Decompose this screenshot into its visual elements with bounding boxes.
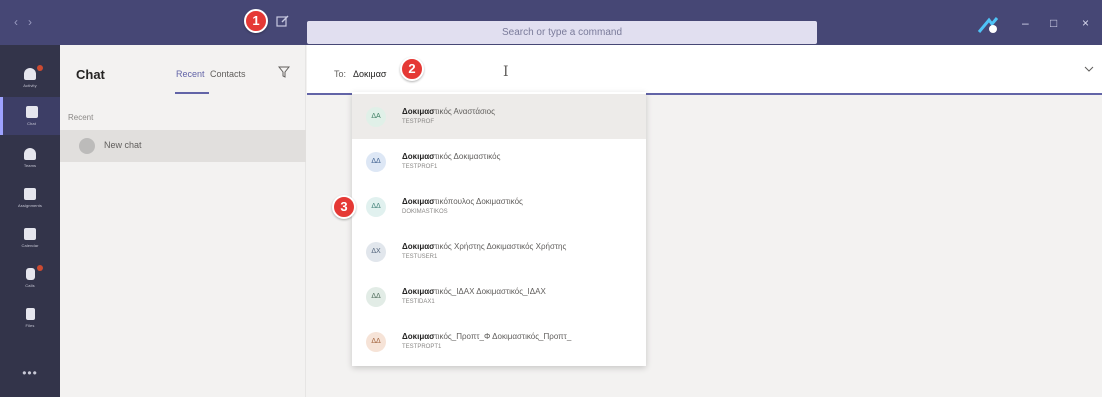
chat-list-pane: Chat Recent Contacts Recent New chat	[60, 45, 306, 397]
title-bar: ‹ › Search or type a command – □ ×	[0, 0, 1102, 45]
app-logo-icon	[977, 14, 999, 36]
avatar: ΔΑ	[366, 107, 386, 127]
rail-label: Files	[25, 323, 35, 328]
history-nav: ‹ ›	[14, 15, 32, 29]
new-chat-item[interactable]: New chat	[60, 130, 306, 162]
rail-item-teams[interactable]: Teams	[0, 139, 60, 177]
files-icon	[25, 308, 35, 320]
notification-badge	[37, 65, 43, 71]
maximize-button[interactable]: □	[1050, 16, 1057, 30]
rail-label: Calls	[25, 283, 35, 288]
text-cursor-icon: I	[503, 64, 509, 80]
suggestion-username: DOKIMASTIKOS	[402, 209, 448, 215]
suggestion-item[interactable]: ΔΔ Δοκιμαστικόπουλος Δοκιμαστικός DOKIMA…	[352, 184, 646, 229]
recipient-suggestions-dropdown: ΔΑ Δοκιμαστικός Αναστάσιος TESTPROF ΔΔ Δ…	[352, 92, 646, 366]
forward-arrow-icon[interactable]: ›	[28, 15, 32, 29]
suggestion-name: Δοκιμαστικόπουλος Δοκιμαστικός	[402, 197, 523, 206]
suggestion-username: TESTPROF	[402, 119, 435, 125]
phone-icon	[25, 268, 35, 280]
chevron-down-icon[interactable]	[1084, 65, 1094, 76]
back-arrow-icon[interactable]: ‹	[14, 15, 18, 29]
avatar	[79, 138, 95, 154]
notification-badge	[37, 265, 43, 271]
step-marker-1: 1	[244, 9, 268, 33]
suggestion-name: Δοκιμαστικός_ΙΔΑΧ Δοκιμαστικός_ΙΔΑΧ	[402, 287, 546, 296]
minimize-button[interactable]: –	[1022, 16, 1029, 30]
filter-icon[interactable]	[277, 66, 291, 81]
recipient-input[interactable]: Δοκιμασ	[353, 69, 386, 79]
to-recipient-bar: To: Δοκιμασ I	[307, 45, 1102, 95]
teams-app-window: ‹ › Search or type a command – □ × Activ…	[0, 0, 1102, 397]
new-chat-compose-icon[interactable]	[276, 14, 292, 30]
tab-contacts[interactable]: Contacts	[210, 69, 246, 79]
suggestion-name: Δοκιμαστικός_Προπτ_Φ Δοκιμαστικός_Προπτ_	[402, 332, 572, 341]
suggestion-name: Δοκιμαστικός Δοκιμαστικός	[402, 152, 501, 161]
suggestion-item[interactable]: ΔΧ Δοκιμαστικός Χρήστης Δοκιμαστικός Χρή…	[352, 229, 646, 274]
rail-item-chat[interactable]: Chat	[0, 97, 60, 135]
rail-label: Chat	[27, 121, 36, 126]
new-chat-label: New chat	[104, 140, 142, 150]
suggestion-username: TESTIDAX1	[402, 299, 435, 305]
suggestion-item[interactable]: ΔΔ Δοκιμαστικός Δοκιμαστικός TESTPROF1	[352, 139, 646, 184]
suggestion-item[interactable]: ΔΔ Δοκιμαστικός_ΙΔΑΧ Δοκιμαστικός_ΙΔΑΧ T…	[352, 274, 646, 319]
suggestion-item[interactable]: ΔΔ Δοκιμαστικός_Προπτ_Φ Δοκιμαστικός_Προ…	[352, 319, 646, 364]
step-marker-3: 3	[332, 195, 356, 219]
to-label: To:	[334, 69, 347, 79]
rail-label: Calendar	[21, 243, 39, 248]
active-tab-indicator	[175, 92, 209, 94]
section-header-recent: Recent	[68, 113, 94, 122]
avatar: ΔΔ	[366, 197, 386, 217]
search-command-box[interactable]: Search or type a command	[307, 21, 817, 44]
app-rail: Activity Chat Teams Assignments Calendar…	[0, 45, 60, 397]
avatar: ΔΔ	[366, 332, 386, 352]
chat-list-title: Chat	[76, 67, 105, 82]
suggestion-username: TESTUSER1	[402, 254, 438, 260]
suggestion-username: TESTPROF1	[402, 164, 438, 170]
step-marker-2: 2	[400, 57, 424, 81]
rail-label: Assignments	[18, 203, 42, 208]
suggestion-item[interactable]: ΔΑ Δοκιμαστικός Αναστάσιος TESTPROF	[352, 94, 646, 139]
calendar-icon	[24, 228, 36, 240]
teams-icon	[24, 148, 36, 160]
close-button[interactable]: ×	[1082, 16, 1089, 30]
bell-icon	[24, 68, 36, 80]
chat-icon	[25, 106, 38, 118]
more-apps-button[interactable]: •••	[0, 366, 60, 380]
rail-item-assignments[interactable]: Assignments	[0, 179, 60, 217]
rail-item-calls[interactable]: Calls	[0, 259, 60, 297]
rail-item-files[interactable]: Files	[0, 299, 60, 337]
avatar: ΔΧ	[366, 242, 386, 262]
avatar: ΔΔ	[366, 287, 386, 307]
rail-label: Teams	[23, 163, 37, 168]
suggestion-username: TESTPROPT1	[402, 344, 442, 350]
tab-recent[interactable]: Recent	[176, 69, 205, 79]
rail-item-activity[interactable]: Activity	[0, 59, 60, 97]
rail-label: Activity	[23, 83, 37, 88]
assignments-icon	[24, 188, 36, 200]
avatar: ΔΔ	[366, 152, 386, 172]
rail-item-calendar[interactable]: Calendar	[0, 219, 60, 257]
suggestion-name: Δοκιμαστικός Χρήστης Δοκιμαστικός Χρήστη…	[402, 242, 567, 251]
suggestion-name: Δοκιμαστικός Αναστάσιος	[402, 107, 495, 116]
